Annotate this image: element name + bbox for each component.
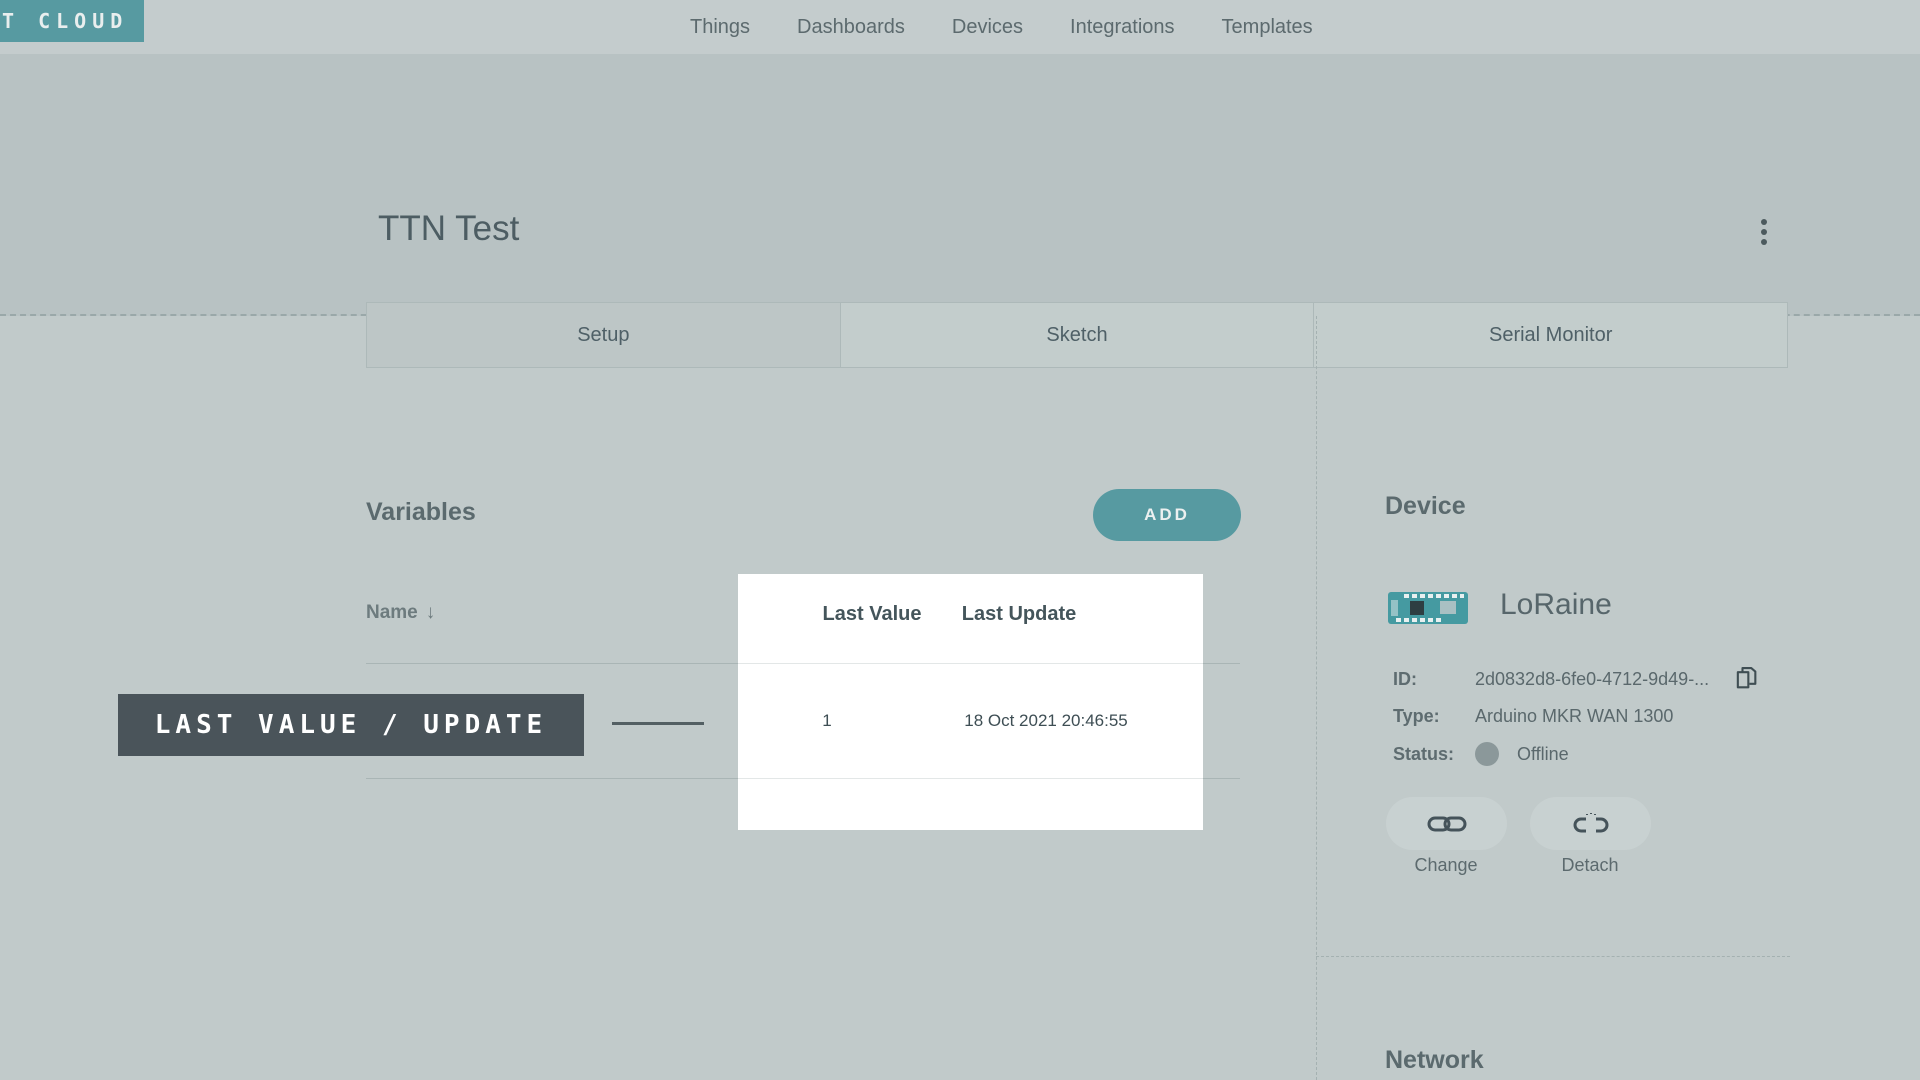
status-offline-dot-icon <box>1475 742 1499 766</box>
broken-link-icon <box>1569 811 1613 837</box>
column-header-last-update: Last Update <box>962 603 1076 626</box>
iot-cloud-logo: T CLOUD <box>0 0 144 42</box>
thing-header: TTN Test Setup Sketch Serial Monitor <box>0 54 1920 316</box>
page-title: TTN Test <box>378 209 519 249</box>
device-status-value: Offline <box>1517 744 1569 765</box>
change-device-button[interactable] <box>1386 797 1507 850</box>
add-variable-button[interactable]: ADD <box>1093 489 1241 541</box>
copy-id-icon[interactable] <box>1731 664 1761 694</box>
top-navigation-bar: T CLOUD Things Dashboards Devices Integr… <box>0 0 1920 54</box>
column-header-name[interactable]: Name↓ <box>366 602 435 624</box>
nav-item-things[interactable]: Things <box>690 16 750 39</box>
detach-device-button[interactable] <box>1530 797 1651 850</box>
device-status-label: Status: <box>1393 744 1475 765</box>
column-header-last-value: Last Value <box>823 603 922 626</box>
device-type-row: Type: Arduino MKR WAN 1300 <box>1393 701 1673 731</box>
variable-last-value: 1 <box>822 711 831 731</box>
callout-connector-line <box>612 722 704 725</box>
device-id-row: ID: 2d0832d8-6fe0-4712-9d49-... <box>1393 664 1709 694</box>
nav-item-integrations[interactable]: Integrations <box>1070 16 1175 39</box>
main-nav: Things Dashboards Devices Integrations T… <box>690 0 1313 54</box>
kebab-menu-icon[interactable] <box>1752 214 1776 250</box>
tab-serial-monitor[interactable]: Serial Monitor <box>1313 302 1788 368</box>
tab-setup[interactable]: Setup <box>366 302 841 368</box>
nav-item-dashboards[interactable]: Dashboards <box>797 16 905 39</box>
variable-last-update: 18 Oct 2021 20:46:55 <box>964 711 1128 731</box>
detach-button-label: Detach <box>1561 855 1618 876</box>
spotlight-header-divider <box>738 663 1203 664</box>
nav-item-templates[interactable]: Templates <box>1222 16 1313 39</box>
device-heading: Device <box>1385 492 1466 521</box>
change-button-label: Change <box>1414 855 1477 876</box>
device-status-row: Status: Offline <box>1393 739 1569 769</box>
spotlight-row-divider <box>738 778 1203 779</box>
device-type-value: Arduino MKR WAN 1300 <box>1475 706 1673 727</box>
spotlight-highlight-box: Last Value Last Update 1 18 Oct 2021 20:… <box>738 574 1203 830</box>
tab-sketch[interactable]: Sketch <box>840 302 1315 368</box>
tab-bar: Setup Sketch Serial Monitor <box>366 302 1788 368</box>
device-name: LoRaine <box>1500 588 1612 622</box>
device-id-value: 2d0832d8-6fe0-4712-9d49-... <box>1475 669 1709 690</box>
callout-last-value-update: LAST VALUE / UPDATE <box>118 694 584 756</box>
network-heading: Network <box>1385 1046 1484 1075</box>
panel-divider <box>1316 316 1317 1080</box>
nav-item-devices[interactable]: Devices <box>952 16 1023 39</box>
device-type-label: Type: <box>1393 706 1475 727</box>
sort-descending-icon: ↓ <box>426 602 436 623</box>
device-network-divider <box>1316 956 1790 957</box>
device-id-label: ID: <box>1393 669 1475 690</box>
variables-heading: Variables <box>366 498 476 527</box>
link-icon <box>1425 813 1469 835</box>
device-board-thumbnail <box>1388 592 1468 624</box>
